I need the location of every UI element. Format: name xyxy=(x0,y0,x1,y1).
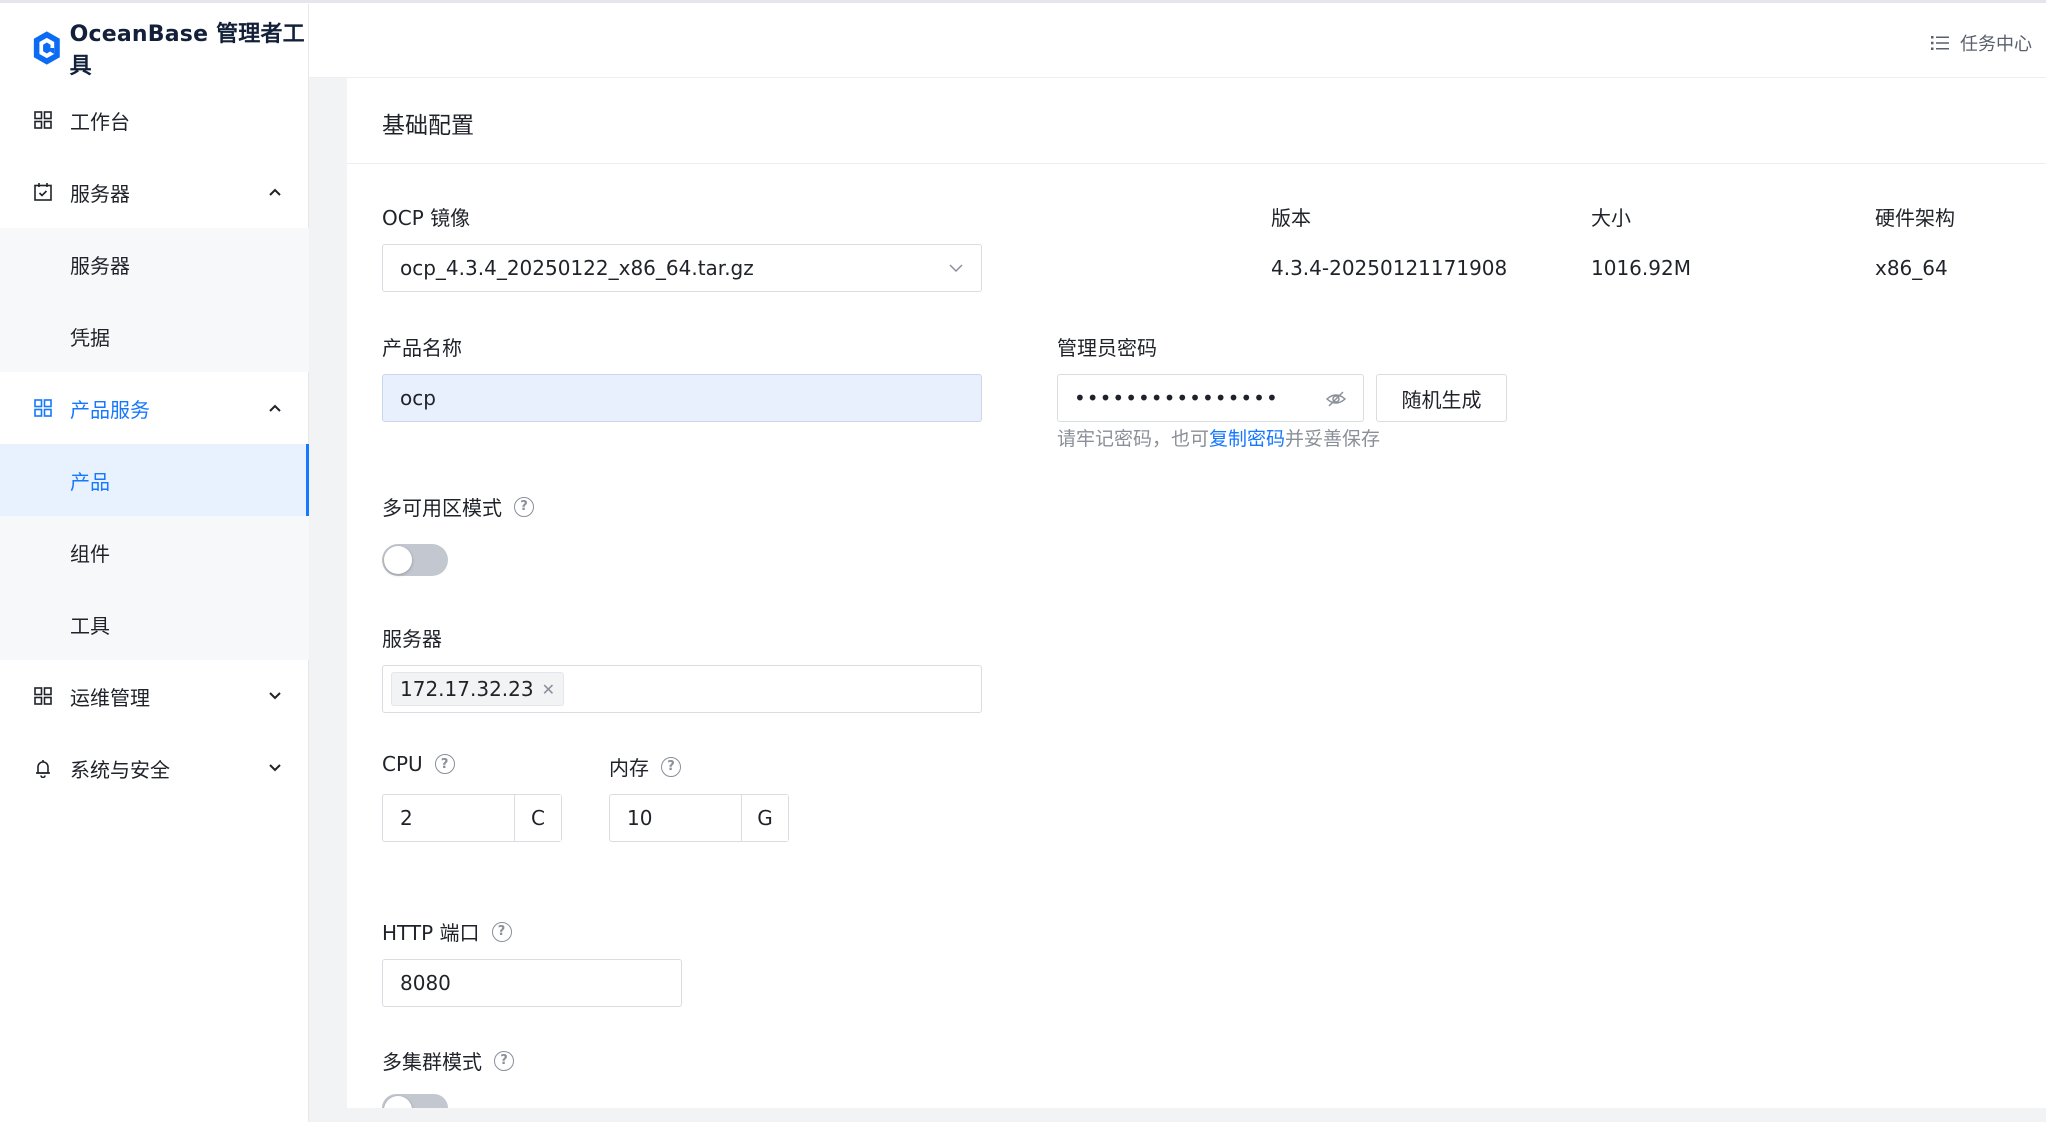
servers-select[interactable]: 172.17.32.23 ✕ xyxy=(382,665,982,713)
sidebar-group-servers[interactable]: 服务器 xyxy=(0,156,309,228)
sidebar-item-components[interactable]: 组件 xyxy=(0,516,309,588)
basic-config-card: 基础配置 OCP 镜像 ocp_4.3.4_20250122_x86_64.ta… xyxy=(347,78,2046,1108)
version-label: 版本 xyxy=(1271,206,1311,230)
chevron-up-icon xyxy=(269,404,281,412)
cpu-unit-addon: C xyxy=(514,795,561,841)
multi-az-label-text: 多可用区模式 xyxy=(382,496,502,520)
sidebar-item-label: 工作台 xyxy=(70,109,130,134)
product-name-input[interactable]: ocp xyxy=(382,374,982,422)
product-name-label: 产品名称 xyxy=(382,336,462,360)
task-center-label: 任务中心 xyxy=(1960,34,2032,55)
chevron-down-icon xyxy=(949,264,963,273)
arch-value: x86_64 xyxy=(1875,256,1948,280)
password-hint: 请牢记密码，也可复制密码并妥善保存 xyxy=(1057,424,1380,451)
toggle-knob xyxy=(384,546,412,574)
sidebar-item-tools[interactable]: 工具 xyxy=(0,588,309,660)
multi-cluster-label: 多集群模式 ? xyxy=(382,1046,514,1075)
server-tag-label: 172.17.32.23 xyxy=(400,677,534,701)
question-circle-icon[interactable]: ? xyxy=(434,754,455,774)
divider xyxy=(347,163,2046,164)
list-icon xyxy=(1931,36,1949,50)
page-bottom-edge xyxy=(347,1108,2046,1122)
oceanbase-logo-icon xyxy=(33,31,60,65)
admin-password-value: •••••••••••••••• xyxy=(1074,386,1279,410)
memory-input[interactable]: 10 G xyxy=(609,794,789,842)
sidebar-item-label: 服务器 xyxy=(70,181,130,206)
toggle-knob xyxy=(384,1096,412,1108)
http-port-label-text: HTTP 端口 xyxy=(382,921,480,945)
http-port-label: HTTP 端口 ? xyxy=(382,917,512,946)
http-port-input[interactable]: 8080 xyxy=(382,959,682,1007)
admin-password-label: 管理员密码 xyxy=(1057,336,1157,360)
sidebar-item-workbench[interactable]: 工作台 xyxy=(0,84,309,156)
sidebar-item-servers[interactable]: 服务器 xyxy=(0,228,309,300)
password-hint-prefix: 请牢记密码，也可 xyxy=(1057,428,1210,450)
products-submenu: 产品 组件 工具 xyxy=(0,444,309,660)
sidebar-item-credentials[interactable]: 凭据 xyxy=(0,300,309,372)
sidebar-group-security[interactable]: 系统与安全 xyxy=(0,732,309,804)
arch-label: 硬件架构 xyxy=(1875,206,1955,230)
app-logo[interactable]: OceanBase 管理者工具 xyxy=(32,22,308,79)
version-value: 4.3.4-20250121171908 xyxy=(1271,256,1508,280)
copy-password-link[interactable]: 复制密码 xyxy=(1209,428,1285,450)
server-tag: 172.17.32.23 ✕ xyxy=(391,672,564,706)
sidebar-nav: 工作台 服务器 服务器 凭据 产品服务 产品 组件 工具 运维管理 系统与安全 xyxy=(0,84,309,804)
eye-invisible-icon[interactable] xyxy=(1325,388,1347,410)
question-circle-icon[interactable]: ? xyxy=(514,496,534,517)
question-circle-icon[interactable]: ? xyxy=(491,921,512,942)
admin-password-input[interactable]: •••••••••••••••• xyxy=(1057,374,1364,422)
password-hint-suffix: 并妥善保存 xyxy=(1285,428,1381,450)
multi-cluster-toggle[interactable] xyxy=(382,1094,448,1108)
sidebar-group-products[interactable]: 产品服务 xyxy=(0,372,309,444)
memory-label: 内存 ? xyxy=(609,752,681,781)
question-circle-icon[interactable]: ? xyxy=(661,756,681,777)
sidebar-item-label: 产品服务 xyxy=(70,397,150,422)
chevron-down-icon xyxy=(269,764,281,772)
servers-label: 服务器 xyxy=(382,627,442,651)
chevron-up-icon xyxy=(269,188,281,196)
sidebar-item-label: 系统与安全 xyxy=(70,757,170,782)
grid-icon xyxy=(32,397,54,419)
random-generate-button[interactable]: 随机生成 xyxy=(1376,374,1507,422)
cpu-label: CPU ? xyxy=(382,752,455,776)
ocp-image-select[interactable]: ocp_4.3.4_20250122_x86_64.tar.gz xyxy=(382,244,982,292)
cpu-input[interactable]: 2 C xyxy=(382,794,562,842)
cpu-value: 2 xyxy=(400,806,413,830)
size-label: 大小 xyxy=(1591,206,1631,230)
logo-text: OceanBase 管理者工具 xyxy=(69,22,305,79)
question-circle-icon[interactable]: ? xyxy=(494,1050,514,1071)
sidebar-item-products[interactable]: 产品 xyxy=(0,444,309,516)
sidebar-group-ops[interactable]: 运维管理 xyxy=(0,660,309,732)
http-port-value: 8080 xyxy=(400,971,451,995)
grid-icon xyxy=(32,685,54,707)
sidebar: OceanBase 管理者工具 工作台 服务器 服务器 凭据 产品服务 产品 组… xyxy=(0,4,309,1122)
servers-submenu: 服务器 凭据 xyxy=(0,228,309,372)
calendar-check-icon xyxy=(32,181,54,203)
multi-az-label: 多可用区模式 ? xyxy=(382,492,534,521)
top-header: 任务中心 xyxy=(309,4,2046,78)
cpu-label-text: CPU xyxy=(382,752,423,776)
product-name-value: ocp xyxy=(400,386,436,410)
multi-az-toggle[interactable] xyxy=(382,544,448,576)
memory-value: 10 xyxy=(627,806,653,830)
grid-icon xyxy=(32,109,54,131)
ocp-image-value: ocp_4.3.4_20250122_x86_64.tar.gz xyxy=(400,256,754,280)
memory-label-text: 内存 xyxy=(609,756,649,780)
ocp-image-label: OCP 镜像 xyxy=(382,206,471,230)
task-center-button[interactable]: 任务中心 xyxy=(1930,30,2032,56)
section-title: 基础配置 xyxy=(382,113,474,139)
multi-cluster-label-text: 多集群模式 xyxy=(382,1050,482,1074)
chevron-down-icon xyxy=(269,692,281,700)
bell-icon xyxy=(32,757,54,779)
memory-unit-addon: G xyxy=(741,795,788,841)
close-icon[interactable]: ✕ xyxy=(542,680,555,699)
size-value: 1016.92M xyxy=(1591,256,1691,280)
sidebar-item-label: 运维管理 xyxy=(70,685,150,710)
